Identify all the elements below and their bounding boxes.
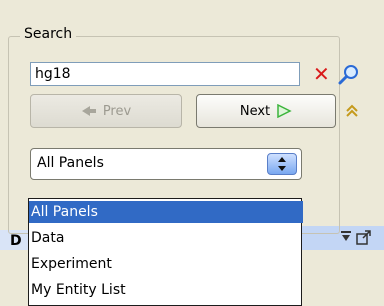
- scope-select[interactable]: All Panels: [30, 148, 302, 180]
- close-icon[interactable]: ✕: [313, 62, 330, 86]
- popout-icon[interactable]: [356, 229, 372, 245]
- left-arrow-icon: [81, 106, 96, 116]
- up-down-arrows-icon: [278, 157, 286, 171]
- search-input[interactable]: [30, 62, 300, 86]
- scope-dropdown-list: All Panels Data Experiment My Entity Lis…: [28, 198, 303, 306]
- option-experiment[interactable]: Experiment: [29, 253, 303, 275]
- option-data[interactable]: Data: [29, 227, 303, 249]
- option-my-entity-list[interactable]: My Entity List: [29, 279, 303, 301]
- select-arrows[interactable]: [267, 153, 297, 175]
- right-arrow-icon: [277, 104, 292, 118]
- prev-label: Prev: [102, 103, 132, 119]
- double-chevron-up-icon[interactable]: [345, 104, 359, 118]
- minimize-icon[interactable]: [340, 231, 352, 243]
- magnifier-icon[interactable]: [338, 64, 360, 86]
- panel-title: D: [10, 233, 22, 249]
- search-legend: Search: [20, 26, 77, 42]
- scope-select-value: All Panels: [37, 155, 104, 171]
- prev-button[interactable]: Prev: [30, 94, 182, 128]
- option-all-panels[interactable]: All Panels: [29, 201, 303, 223]
- next-label: Next: [239, 103, 271, 119]
- next-button[interactable]: Next: [196, 94, 336, 128]
